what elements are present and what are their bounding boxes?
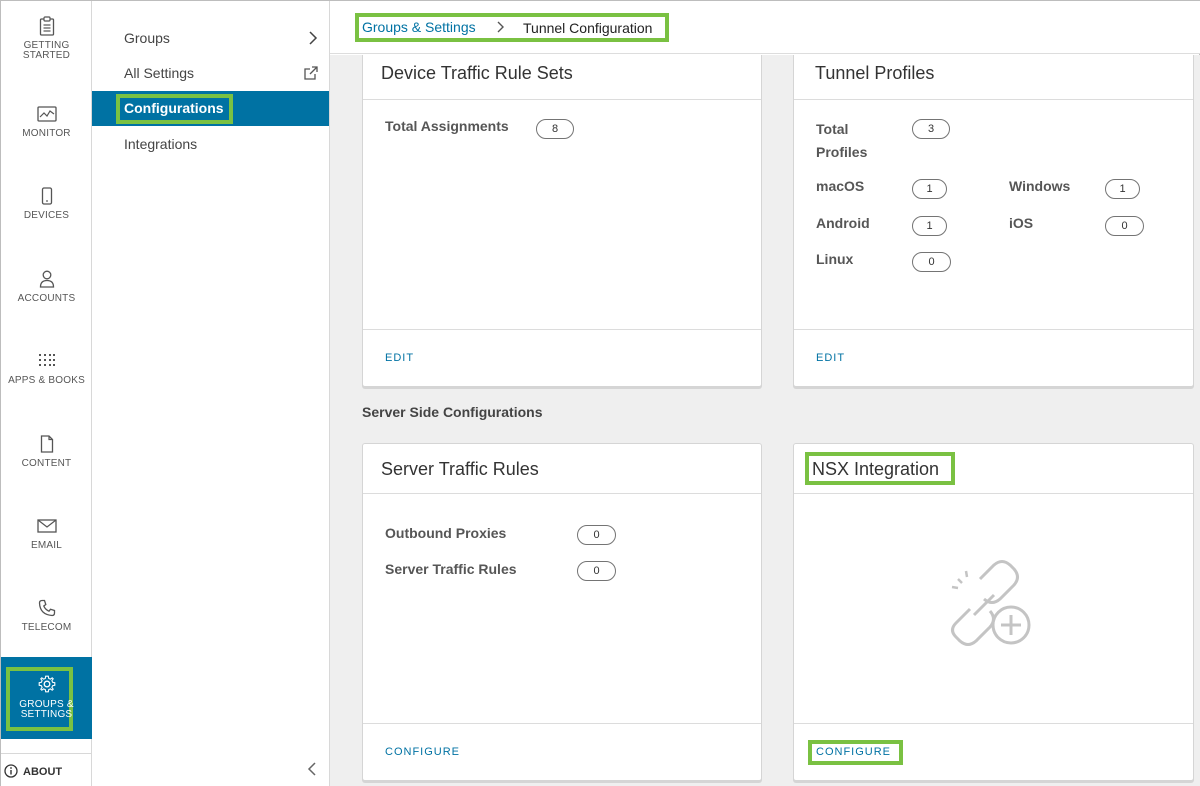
subnav-label: All Settings: [124, 65, 195, 81]
grid-dots-icon: [1, 350, 92, 372]
card-title: Device Traffic Rule Sets: [381, 63, 573, 83]
count-badge: 0: [577, 561, 616, 581]
card-nsx-integration: NSX Integration CONFIGURE: [793, 443, 1194, 781]
divider: [794, 329, 1193, 330]
secondary-nav: Groups All Settings Configurations Integ…: [92, 1, 330, 786]
configure-button[interactable]: CONFIGURE: [816, 746, 891, 758]
breadcrumb-link-groups-settings[interactable]: Groups & Settings: [362, 19, 476, 35]
rail-item-content[interactable]: CONTENT: [1, 419, 92, 501]
rail-item-groups-settings[interactable]: GROUPS & SETTINGS: [1, 657, 92, 739]
phone-handset-icon: [1, 597, 92, 619]
subnav-label: Configurations: [124, 100, 224, 116]
total-assignments-label: Total Assignments: [385, 118, 509, 134]
rail-label: DEVICES: [23, 210, 70, 221]
breadcrumb: Groups & Settings Tunnel Configuration: [330, 1, 1200, 54]
rail-item-devices[interactable]: DEVICES: [1, 171, 92, 253]
subnav-item-groups[interactable]: Groups: [92, 21, 329, 56]
rail-label: ACCOUNTS: [17, 293, 76, 304]
divider: [363, 493, 761, 494]
divider: [794, 99, 1193, 100]
external-link-icon: [303, 65, 319, 86]
rail-label: CONTENT: [21, 458, 72, 469]
divider: [794, 723, 1193, 724]
phone-icon: [1, 185, 92, 207]
envelope-icon: [1, 515, 92, 537]
about-link[interactable]: ABOUT: [1, 753, 92, 786]
rail-item-accounts[interactable]: ACCOUNTS: [1, 254, 92, 336]
app-window: GETTINGSTARTED MONITOR DEVICES ACCOUNTS: [0, 0, 1200, 786]
card-title: NSX Integration: [812, 459, 940, 479]
subnav-item-configurations[interactable]: Configurations: [92, 91, 329, 126]
rail-item-email[interactable]: EMAIL: [1, 501, 92, 583]
breadcrumb-current: Tunnel Configuration: [523, 20, 653, 36]
macos-label: macOS: [816, 178, 865, 194]
divider: [363, 329, 761, 330]
info-icon: [4, 764, 18, 783]
count-badge: 1: [1105, 179, 1140, 199]
divider: [363, 723, 761, 724]
about-label: ABOUT: [23, 766, 63, 778]
chevron-right-icon: [496, 20, 506, 39]
total-profiles-label: Total Profiles: [816, 121, 868, 160]
chevron-right-icon: [307, 30, 319, 51]
card-title: Tunnel Profiles: [815, 63, 935, 83]
ios-label: iOS: [1009, 215, 1034, 231]
subnav-label: Groups: [124, 30, 170, 46]
primary-nav-rail: GETTINGSTARTED MONITOR DEVICES ACCOUNTS: [1, 1, 92, 786]
server-traffic-rules-label: Server Traffic Rules: [385, 561, 517, 577]
card-server-traffic-rules: Server Traffic Rules Outbound Proxies 0 …: [362, 443, 762, 781]
count-badge: 1: [912, 179, 947, 199]
card-title: Server Traffic Rules: [381, 459, 539, 479]
rail-label: MONITOR: [22, 128, 71, 139]
card-tunnel-profiles: Tunnel Profiles Total Profiles 3 macOS 1 …: [793, 55, 1194, 387]
rail-item-telecom[interactable]: TELECOM: [1, 583, 92, 665]
rail-label: APPS & BOOKS: [8, 375, 85, 386]
rail-label: GROUPS & SETTINGS: [19, 699, 74, 720]
outbound-proxies-label: Outbound Proxies: [385, 525, 507, 541]
main-content: Device Traffic Rule Sets Total Assignmen…: [330, 55, 1200, 786]
section-heading: Server Side Configurations: [362, 404, 543, 420]
divider: [794, 493, 1193, 494]
rail-label: GETTING STARTED: [22, 40, 71, 61]
windows-label: Windows: [1009, 178, 1071, 194]
subnav-label: Integrations: [124, 136, 198, 152]
subnav-item-all-settings[interactable]: All Settings: [92, 56, 329, 91]
count-badge: 8: [536, 119, 574, 139]
clipboard-icon: [1, 15, 92, 37]
rail-item-getting-started[interactable]: GETTING STARTED: [1, 1, 92, 83]
count-badge: 1: [912, 216, 947, 236]
linux-label: Linux: [816, 251, 854, 267]
card-device-traffic-rule-sets: Device Traffic Rule Sets Total Assignmen…: [362, 55, 762, 387]
document-icon: [1, 433, 92, 455]
edit-button[interactable]: EDIT: [816, 352, 845, 364]
rail-label: EMAIL: [30, 540, 62, 551]
count-badge: 0: [1105, 216, 1144, 236]
count-badge: 3: [912, 119, 950, 139]
rail-item-apps-books[interactable]: APPS & BOOKS: [1, 336, 92, 418]
android-label: Android: [816, 215, 870, 231]
gear-icon: [1, 673, 92, 695]
divider: [363, 99, 761, 100]
count-badge: 0: [912, 252, 951, 272]
count-badge: 0: [577, 525, 616, 545]
rail-label: TELECOM: [21, 622, 72, 633]
user-icon: [1, 268, 92, 290]
link-add-icon: [940, 559, 1036, 656]
subnav-item-integrations[interactable]: Integrations: [92, 127, 329, 162]
rail-item-monitor[interactable]: MONITOR: [1, 89, 92, 171]
configure-button[interactable]: CONFIGURE: [385, 746, 460, 758]
edit-button[interactable]: EDIT: [385, 352, 414, 364]
monitor-chart-icon: [1, 103, 92, 125]
collapse-nav-icon[interactable]: [306, 761, 318, 782]
